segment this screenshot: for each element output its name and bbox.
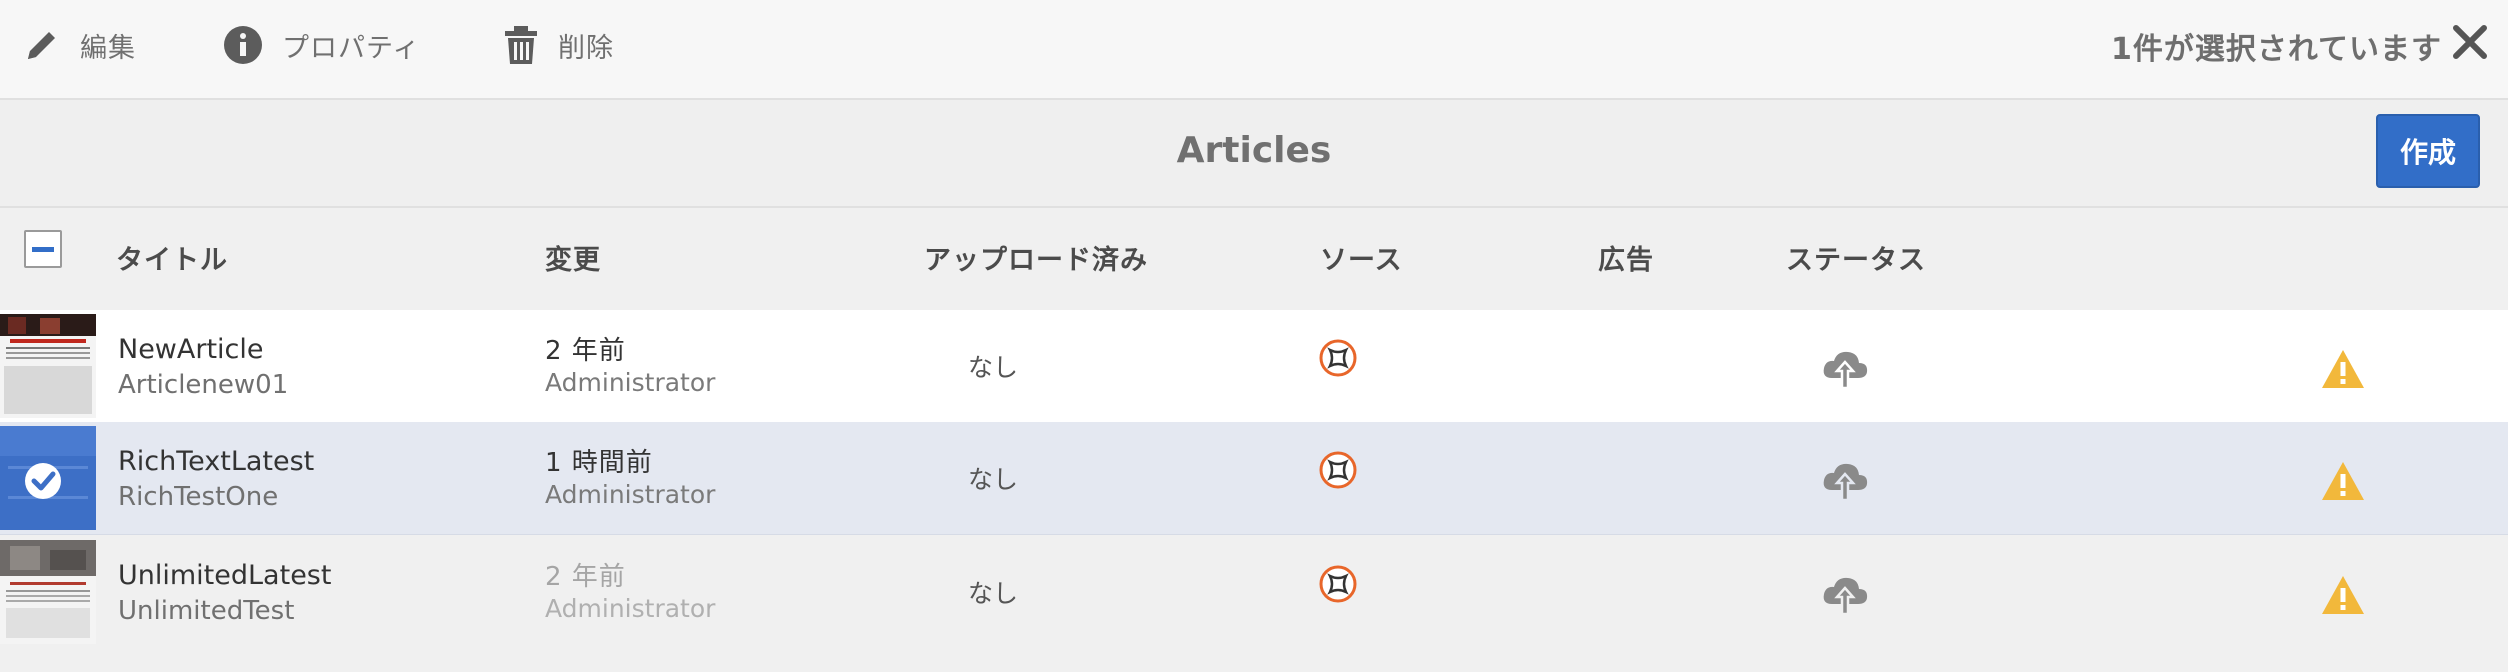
source-app-icon: [1319, 339, 1357, 377]
cloud-upload-icon[interactable]: [1820, 460, 1870, 502]
table-row[interactable]: UnlimitedLatest UnlimitedTest 2 年前 Admin…: [0, 536, 2508, 648]
row-modified: 2 年前: [545, 562, 626, 592]
close-icon[interactable]: [2450, 22, 2490, 62]
properties-button[interactable]: プロパティ: [222, 0, 420, 90]
info-icon: [224, 26, 262, 64]
create-button[interactable]: 作成: [2376, 114, 2480, 188]
column-header-source[interactable]: ソース: [1320, 238, 1403, 277]
selection-count: 1件が選択されています: [2111, 32, 2442, 67]
edit-button[interactable]: 編集: [22, 0, 136, 90]
row-modified-by: Administrator: [545, 368, 716, 397]
action-toolbar: 編集 プロパティ 削除 1件が選択されています: [0, 0, 2508, 100]
source-app-icon: [1319, 565, 1357, 603]
page-title: Articles: [1176, 130, 1332, 171]
table-row[interactable]: NewArticle Articlenew01 2 年前 Administrat…: [0, 310, 2508, 423]
column-header-status[interactable]: ステータス: [1786, 238, 1926, 277]
article-thumbnail: [0, 426, 96, 530]
warning-icon: [2322, 462, 2364, 500]
indeterminate-mark: [32, 247, 54, 252]
row-uploaded: なし: [968, 579, 1019, 608]
row-title[interactable]: UnlimitedLatest: [118, 560, 331, 591]
cloud-upload-icon[interactable]: [1820, 574, 1870, 616]
row-modified-by: Administrator: [545, 480, 716, 509]
row-name: RichTestOne: [118, 482, 279, 512]
row-uploaded: なし: [968, 465, 1019, 494]
table-row-selected[interactable]: RichTextLatest RichTestOne 1 時間前 Adminis…: [0, 422, 2508, 535]
row-title[interactable]: RichTextLatest: [118, 446, 314, 477]
row-modified-by: Administrator: [545, 594, 716, 623]
properties-label: プロパティ: [282, 32, 421, 64]
edit-label: 編集: [80, 32, 136, 64]
row-name: UnlimitedTest: [118, 596, 295, 626]
column-header-modified[interactable]: 変更: [545, 238, 601, 277]
row-uploaded: なし: [968, 353, 1019, 382]
title-bar: Articles 作成: [0, 100, 2508, 208]
source-app-icon: [1319, 451, 1357, 489]
row-name: Articlenew01: [118, 370, 289, 400]
cloud-upload-icon[interactable]: [1820, 348, 1870, 390]
column-header-ads[interactable]: 広告: [1598, 238, 1654, 277]
article-thumbnail: [0, 314, 96, 418]
delete-label: 削除: [558, 32, 614, 64]
select-all-checkbox[interactable]: [24, 230, 62, 268]
trash-icon: [505, 26, 537, 64]
column-header-uploaded[interactable]: アップロード済み: [924, 238, 1148, 277]
row-title[interactable]: NewArticle: [118, 334, 264, 365]
table-header: タイトル 変更 アップロード済み ソース 広告 ステータス: [0, 208, 2508, 308]
warning-icon: [2322, 350, 2364, 388]
row-modified: 1 時間前: [545, 448, 653, 478]
warning-icon: [2322, 576, 2364, 614]
column-header-title[interactable]: タイトル: [116, 238, 228, 277]
pencil-icon: [28, 32, 55, 59]
row-modified: 2 年前: [545, 336, 626, 366]
article-thumbnail: [0, 540, 96, 644]
delete-button[interactable]: 削除: [502, 0, 614, 90]
